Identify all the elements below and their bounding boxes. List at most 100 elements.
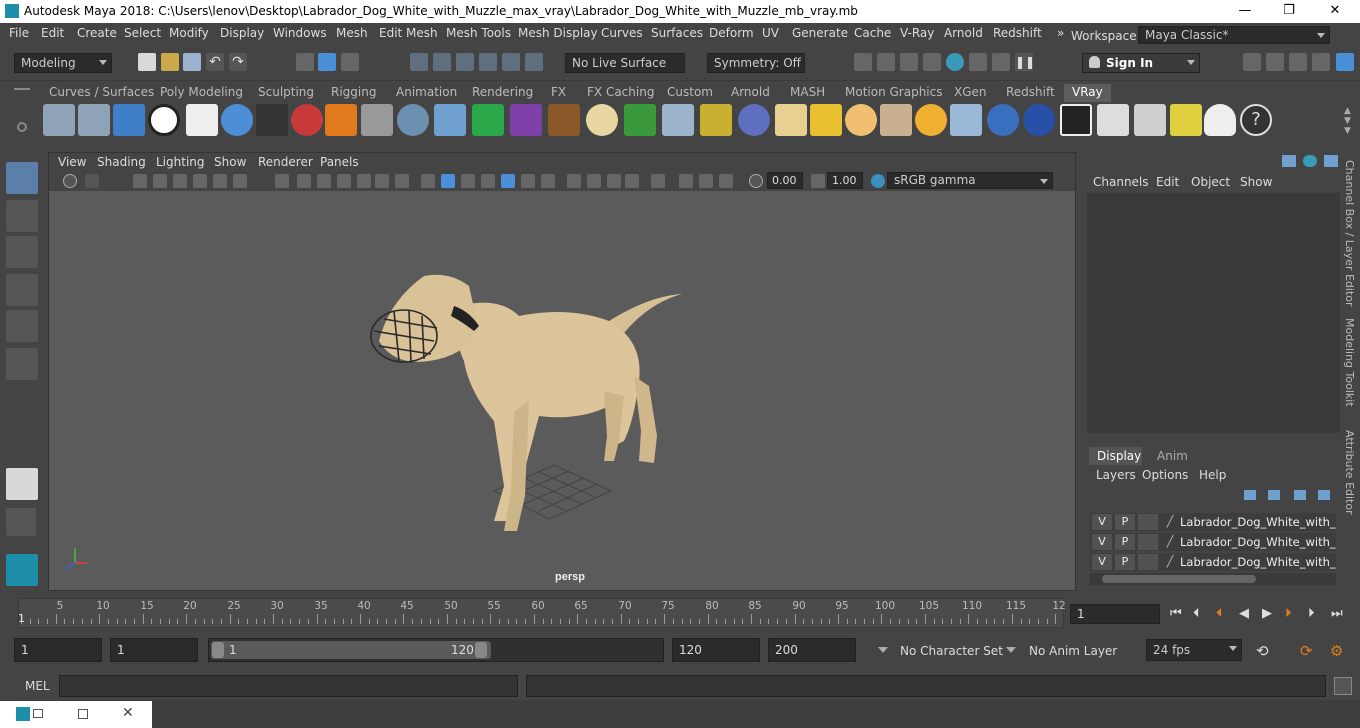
move-layer-down-icon[interactable] bbox=[1268, 490, 1280, 500]
playback-end-field[interactable]: 120 bbox=[672, 638, 760, 662]
new-scene-icon[interactable] bbox=[138, 53, 156, 71]
vray-vfb-icon[interactable] bbox=[113, 104, 145, 136]
range-slider-handle[interactable] bbox=[211, 641, 491, 659]
step-forward-key-icon[interactable]: ⏵ bbox=[1285, 606, 1301, 622]
new-layer-icon[interactable] bbox=[1294, 490, 1306, 500]
vray-bulb-icon[interactable] bbox=[1170, 104, 1202, 136]
hud-icon[interactable] bbox=[395, 174, 409, 188]
vray-render-icon[interactable] bbox=[969, 53, 987, 71]
step-back-key-icon[interactable]: ⏴ bbox=[1216, 606, 1232, 622]
color-management-icon[interactable] bbox=[871, 174, 885, 188]
vray-rect-light-icon[interactable] bbox=[950, 104, 982, 136]
menu-mesh-display[interactable]: Mesh Display bbox=[518, 26, 598, 40]
snap-grid-icon[interactable] bbox=[410, 53, 428, 71]
render-view-icon[interactable] bbox=[923, 53, 941, 71]
rotate-tool-icon[interactable] bbox=[6, 310, 38, 342]
vray-ball-icon[interactable] bbox=[987, 104, 1019, 136]
close-button[interactable]: ✕ bbox=[1312, 0, 1358, 23]
camera-select-icon[interactable] bbox=[63, 174, 77, 188]
use-all-lights-icon[interactable] bbox=[501, 174, 515, 188]
vray-cloud-icon[interactable] bbox=[1204, 104, 1236, 136]
cb-menu-channels[interactable]: Channels bbox=[1093, 175, 1149, 189]
vray-camera-icon[interactable] bbox=[256, 104, 288, 136]
vray-sun-icon[interactable] bbox=[915, 104, 947, 136]
vray-cone-icon[interactable] bbox=[880, 104, 912, 136]
xray-joints-icon[interactable] bbox=[679, 174, 693, 188]
restore-icon[interactable] bbox=[33, 709, 43, 718]
modeling-toolkit-icon[interactable] bbox=[1243, 53, 1261, 71]
cb-menu-edit[interactable]: Edit bbox=[1156, 175, 1179, 189]
make-live-icon[interactable] bbox=[502, 53, 520, 71]
tab-arnold[interactable]: Arnold bbox=[731, 84, 770, 102]
cb-menu-show[interactable]: Show bbox=[1240, 175, 1272, 189]
xray-icon[interactable] bbox=[651, 174, 665, 188]
vray-ipr-icon[interactable] bbox=[992, 53, 1010, 71]
textured-icon[interactable] bbox=[481, 174, 495, 188]
layer-playback-toggle[interactable]: P bbox=[1115, 534, 1135, 550]
play-backwards-icon[interactable]: ◀ bbox=[1239, 606, 1255, 622]
tab-attribute-editor[interactable]: Attribute Editor bbox=[1343, 430, 1356, 515]
layer-visibility-toggle[interactable]: V bbox=[1092, 514, 1112, 530]
shadows-icon[interactable] bbox=[521, 174, 535, 188]
menu-curves[interactable]: Curves bbox=[601, 26, 643, 40]
tab-curves-surfaces[interactable]: Curves / Surfaces bbox=[49, 84, 154, 102]
default-material-icon[interactable] bbox=[461, 174, 475, 188]
tab-xgen[interactable]: XGen bbox=[954, 84, 987, 102]
tab-sculpting[interactable]: Sculpting bbox=[258, 84, 314, 102]
script-editor-icon[interactable] bbox=[1334, 677, 1352, 695]
tab-channel-box-layer-editor[interactable]: Channel Box / Layer Editor bbox=[1343, 160, 1356, 307]
vray-omni-icon[interactable] bbox=[845, 104, 877, 136]
range-slider[interactable]: 1 120 bbox=[208, 638, 664, 662]
vray-settings-icon[interactable] bbox=[186, 104, 218, 136]
animation-start-field[interactable]: 1 bbox=[14, 638, 102, 662]
tab-vray[interactable]: VRay bbox=[1064, 84, 1111, 102]
layer-visibility-toggle[interactable]: V bbox=[1092, 534, 1112, 550]
menu-file[interactable]: File bbox=[9, 26, 29, 40]
bookmark-icon[interactable] bbox=[133, 174, 147, 188]
vray-sphere-light-icon[interactable] bbox=[397, 104, 429, 136]
layer-row[interactable]: V P ╱ Labrador_Dog_White_with_Muzzle bbox=[1090, 533, 1336, 551]
shelf-settings-icon[interactable] bbox=[17, 122, 27, 132]
current-time-marker[interactable]: 1 bbox=[18, 612, 25, 625]
play-forwards-icon[interactable]: ▶ bbox=[1262, 606, 1278, 622]
layer-type-toggle[interactable] bbox=[1138, 554, 1158, 570]
tab-modeling-toolkit[interactable]: Modeling Toolkit bbox=[1343, 318, 1356, 407]
menu-set-dropdown[interactable]: Modeling bbox=[14, 53, 112, 73]
menu-cache[interactable]: Cache bbox=[854, 26, 891, 40]
exposure-icon[interactable] bbox=[749, 174, 763, 188]
layer-menu-help[interactable]: Help bbox=[1199, 468, 1226, 482]
close-icon[interactable]: ✕ bbox=[122, 705, 134, 721]
ambient-occlusion-icon[interactable] bbox=[541, 174, 555, 188]
current-frame-field[interactable]: 1 bbox=[1070, 604, 1160, 624]
vp-menu-lighting[interactable]: Lighting bbox=[156, 155, 205, 169]
layer-playback-toggle[interactable]: P bbox=[1115, 554, 1135, 570]
snap-curve-icon[interactable] bbox=[433, 53, 451, 71]
multisample-icon[interactable] bbox=[587, 174, 601, 188]
vray-ies-icon[interactable] bbox=[434, 104, 466, 136]
vray-spot-icon[interactable] bbox=[810, 104, 842, 136]
tab-rigging[interactable]: Rigging bbox=[331, 84, 376, 102]
range-start-grip[interactable] bbox=[212, 642, 224, 658]
channel-list-area[interactable] bbox=[1087, 193, 1340, 433]
menu-arnold[interactable]: Arnold bbox=[944, 26, 983, 40]
paint-select-tool-icon[interactable] bbox=[6, 236, 38, 268]
layer-horizontal-scrollbar[interactable] bbox=[1090, 573, 1336, 585]
camera-lock-icon[interactable] bbox=[719, 174, 733, 188]
menu-deform[interactable]: Deform bbox=[709, 26, 754, 40]
sign-in-button[interactable]: Sign In bbox=[1082, 53, 1200, 73]
open-scene-icon[interactable] bbox=[161, 53, 179, 71]
vray-fur-icon[interactable] bbox=[624, 104, 656, 136]
motion-blur-icon[interactable] bbox=[567, 174, 581, 188]
tab-motion-graphics[interactable]: Motion Graphics bbox=[845, 84, 943, 102]
step-forward-frame-icon[interactable]: ⏵ bbox=[1308, 606, 1324, 622]
grease-pencil-icon[interactable] bbox=[193, 174, 207, 188]
gamma-icon[interactable] bbox=[811, 174, 825, 188]
menu-mesh-tools[interactable]: Mesh Tools bbox=[446, 26, 511, 40]
isolate-select-icon[interactable] bbox=[625, 174, 639, 188]
vp-menu-view[interactable]: View bbox=[58, 155, 86, 169]
menu-redshift[interactable]: Redshift bbox=[993, 26, 1042, 40]
layer-menu-options[interactable]: Options bbox=[1142, 468, 1188, 482]
vp-menu-show[interactable]: Show bbox=[214, 155, 246, 169]
layer-color-icon[interactable]: ╱ bbox=[1160, 534, 1180, 550]
menu-generate[interactable]: Generate bbox=[792, 26, 848, 40]
